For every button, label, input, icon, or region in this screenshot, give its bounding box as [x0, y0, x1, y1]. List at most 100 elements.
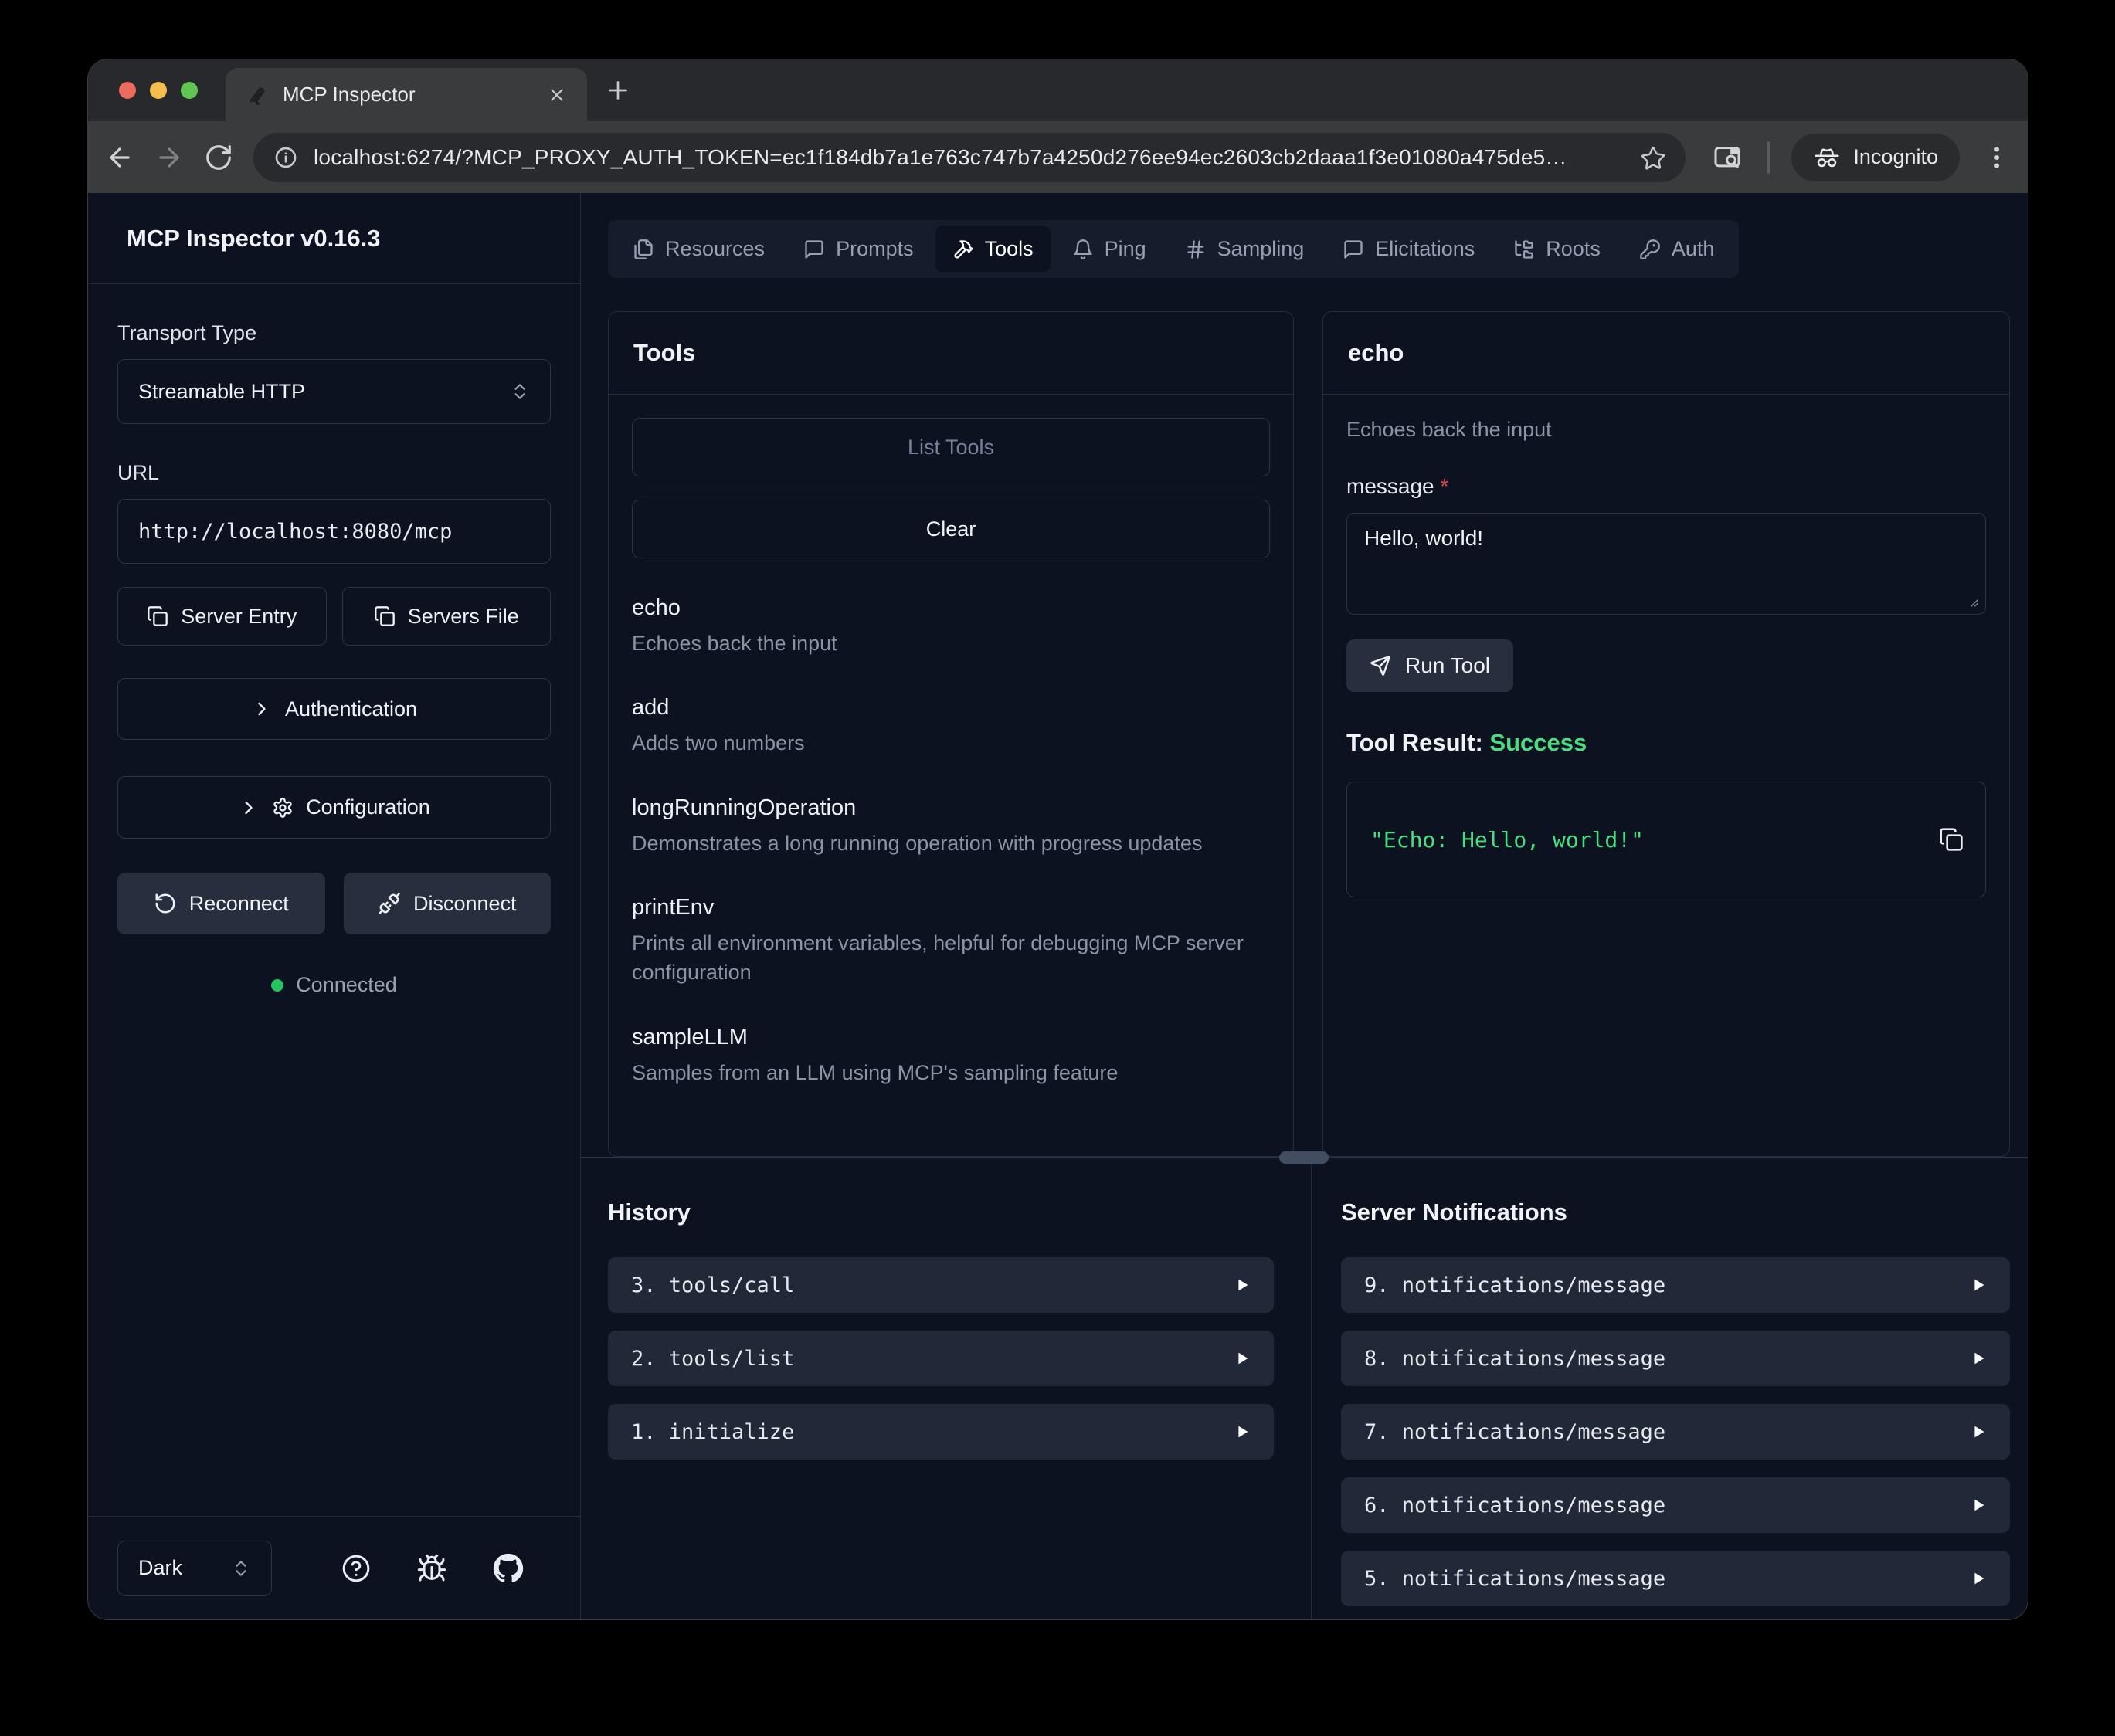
server-notifications-panel: Server Notifications 9. notifications/me…: [1312, 1158, 2028, 1619]
help-icon[interactable]: [341, 1553, 372, 1584]
hash-icon: [1185, 239, 1207, 260]
expand-play-icon[interactable]: [1234, 1350, 1251, 1367]
splitter-drag-handle[interactable]: [1279, 1151, 1329, 1164]
clear-tools-button[interactable]: Clear: [632, 500, 1270, 558]
expand-play-icon[interactable]: [1234, 1277, 1251, 1294]
history-row-label: 3. tools/call: [631, 1273, 794, 1297]
tool-item-echo[interactable]: echo Echoes back the input: [632, 595, 1270, 658]
message-textarea[interactable]: Hello, world!: [1346, 513, 1986, 615]
result-status-badge: Success: [1489, 729, 1587, 756]
close-window-button[interactable]: [119, 82, 136, 99]
back-icon[interactable]: [105, 143, 134, 172]
github-icon[interactable]: [493, 1553, 524, 1584]
reconnect-label: Reconnect: [189, 892, 289, 916]
tab-auth[interactable]: Auth: [1622, 226, 1732, 272]
history-row[interactable]: 1. initialize: [608, 1404, 1274, 1460]
tab-ping[interactable]: Ping: [1055, 226, 1163, 272]
zoom-window-button[interactable]: [181, 82, 198, 99]
required-marker: *: [1440, 474, 1448, 498]
history-row[interactable]: 3. tools/call: [608, 1257, 1274, 1313]
address-bar[interactable]: localhost:6274/?MCP_PROXY_AUTH_TOKEN=ec1…: [253, 133, 1686, 182]
list-tools-button[interactable]: List Tools: [632, 418, 1270, 476]
tool-item-longRunningOperation[interactable]: longRunningOperationDemonstrates a long …: [632, 795, 1270, 858]
servers-file-button[interactable]: Servers File: [342, 587, 552, 646]
authentication-button[interactable]: Authentication: [117, 678, 551, 740]
search-tabs-icon[interactable]: [1712, 142, 1743, 173]
history-row[interactable]: 2. tools/list: [608, 1331, 1274, 1386]
new-tab-button[interactable]: [604, 76, 632, 104]
notification-row[interactable]: 6. notifications/message: [1341, 1477, 2010, 1533]
rotate-ccw-icon: [154, 892, 177, 915]
history-list: 3. tools/call 2. tools/list 1. initialize: [608, 1257, 1274, 1460]
files-icon: [633, 239, 654, 260]
notification-row[interactable]: 7. notifications/message: [1341, 1404, 2010, 1460]
tool-runner-panel: echo Echoes back the input message * Hel…: [1322, 311, 2010, 1157]
tab-tools[interactable]: Tools: [935, 226, 1051, 272]
configuration-label: Configuration: [306, 795, 430, 819]
tool-item-sampleLLM[interactable]: sampleLLMSamples from an LLM using MCP's…: [632, 1025, 1270, 1087]
tab-resources[interactable]: Resources: [616, 226, 782, 272]
expand-play-icon[interactable]: [1970, 1497, 1987, 1514]
browser-toolbar: localhost:6274/?MCP_PROXY_AUTH_TOKEN=ec1…: [88, 121, 2028, 193]
hammer-icon: [952, 239, 974, 260]
tool-item-add[interactable]: addAdds two numbers: [632, 695, 1270, 758]
browser-window: MCP Inspector localhost:6274/?MCP_PROXY_…: [88, 59, 2028, 1619]
history-title: History: [608, 1199, 1274, 1226]
url-label: URL: [117, 461, 551, 485]
tools-list: echo Echoes back the input addAdds two num…: [632, 595, 1270, 1087]
tool-name: echo: [632, 595, 1270, 621]
run-tool-button[interactable]: Run Tool: [1346, 639, 1513, 692]
tool-item-printEnv[interactable]: printEnvPrints all environment variables…: [632, 895, 1270, 988]
expand-play-icon[interactable]: [1970, 1350, 1987, 1367]
panel-splitter: [581, 1157, 2028, 1158]
expand-play-icon[interactable]: [1970, 1277, 1987, 1294]
browser-menu-icon[interactable]: [1983, 144, 2011, 171]
reload-icon[interactable]: [204, 143, 233, 172]
browser-tab-strip: MCP Inspector: [88, 59, 2028, 121]
browser-tab[interactable]: MCP Inspector: [226, 68, 587, 121]
chevrons-up-down-icon: [510, 381, 530, 402]
url-text[interactable]: localhost:6274/?MCP_PROXY_AUTH_TOKEN=ec1…: [314, 145, 1625, 170]
tool-runner-title: echo: [1323, 312, 2009, 395]
tab-elicitations[interactable]: Elicitations: [1326, 226, 1492, 272]
notification-row[interactable]: 8. notifications/message: [1341, 1331, 2010, 1386]
chevrons-up-down-icon: [231, 1558, 251, 1578]
server-url-input[interactable]: http://localhost:8080/mcp: [117, 499, 551, 564]
history-row-label: 1. initialize: [631, 1420, 794, 1444]
copy-icon: [374, 605, 396, 627]
expand-play-icon[interactable]: [1970, 1423, 1987, 1440]
sidebar: MCP Inspector v0.16.3 Transport Type Str…: [88, 193, 581, 1619]
minimize-window-button[interactable]: [150, 82, 167, 99]
bug-icon[interactable]: [416, 1553, 447, 1584]
expand-play-icon[interactable]: [1970, 1570, 1987, 1587]
expand-play-icon[interactable]: [1234, 1423, 1251, 1440]
configuration-button[interactable]: Configuration: [117, 776, 551, 839]
send-icon: [1370, 655, 1391, 676]
theme-select[interactable]: Dark: [117, 1541, 272, 1596]
tool-description: Demonstrates a long running operation wi…: [632, 829, 1265, 858]
bookmark-star-icon[interactable]: [1641, 145, 1665, 170]
tab-roots[interactable]: Roots: [1496, 226, 1618, 272]
notification-row[interactable]: 5. notifications/message: [1341, 1551, 2010, 1606]
tab-label: Roots: [1546, 237, 1601, 261]
sidebar-footer: Dark: [88, 1516, 580, 1619]
sidebar-body: Transport Type Streamable HTTP URL http:…: [88, 284, 580, 1516]
chevron-right-icon: [251, 698, 273, 720]
disconnect-button[interactable]: Disconnect: [344, 873, 552, 934]
copy-result-icon[interactable]: [1939, 827, 1964, 852]
chevron-right-icon: [238, 797, 260, 819]
site-info-icon[interactable]: [273, 145, 298, 170]
resize-grip-icon[interactable]: [1965, 594, 1979, 608]
server-entry-button[interactable]: Server Entry: [117, 587, 327, 646]
tab-sampling[interactable]: Sampling: [1168, 226, 1322, 272]
reconnect-button[interactable]: Reconnect: [117, 873, 325, 934]
tool-name: printEnv: [632, 895, 1270, 921]
tab-prompts[interactable]: Prompts: [786, 226, 931, 272]
notification-row[interactable]: 9. notifications/message: [1341, 1257, 2010, 1313]
notification-row-label: 6. notifications/message: [1364, 1494, 1665, 1517]
key-icon: [1639, 239, 1661, 260]
forward-icon[interactable]: [154, 143, 184, 172]
tab-close-icon[interactable]: [547, 85, 567, 105]
tool-description: Echoes back the input: [632, 629, 1265, 658]
transport-type-select[interactable]: Streamable HTTP: [117, 359, 551, 424]
